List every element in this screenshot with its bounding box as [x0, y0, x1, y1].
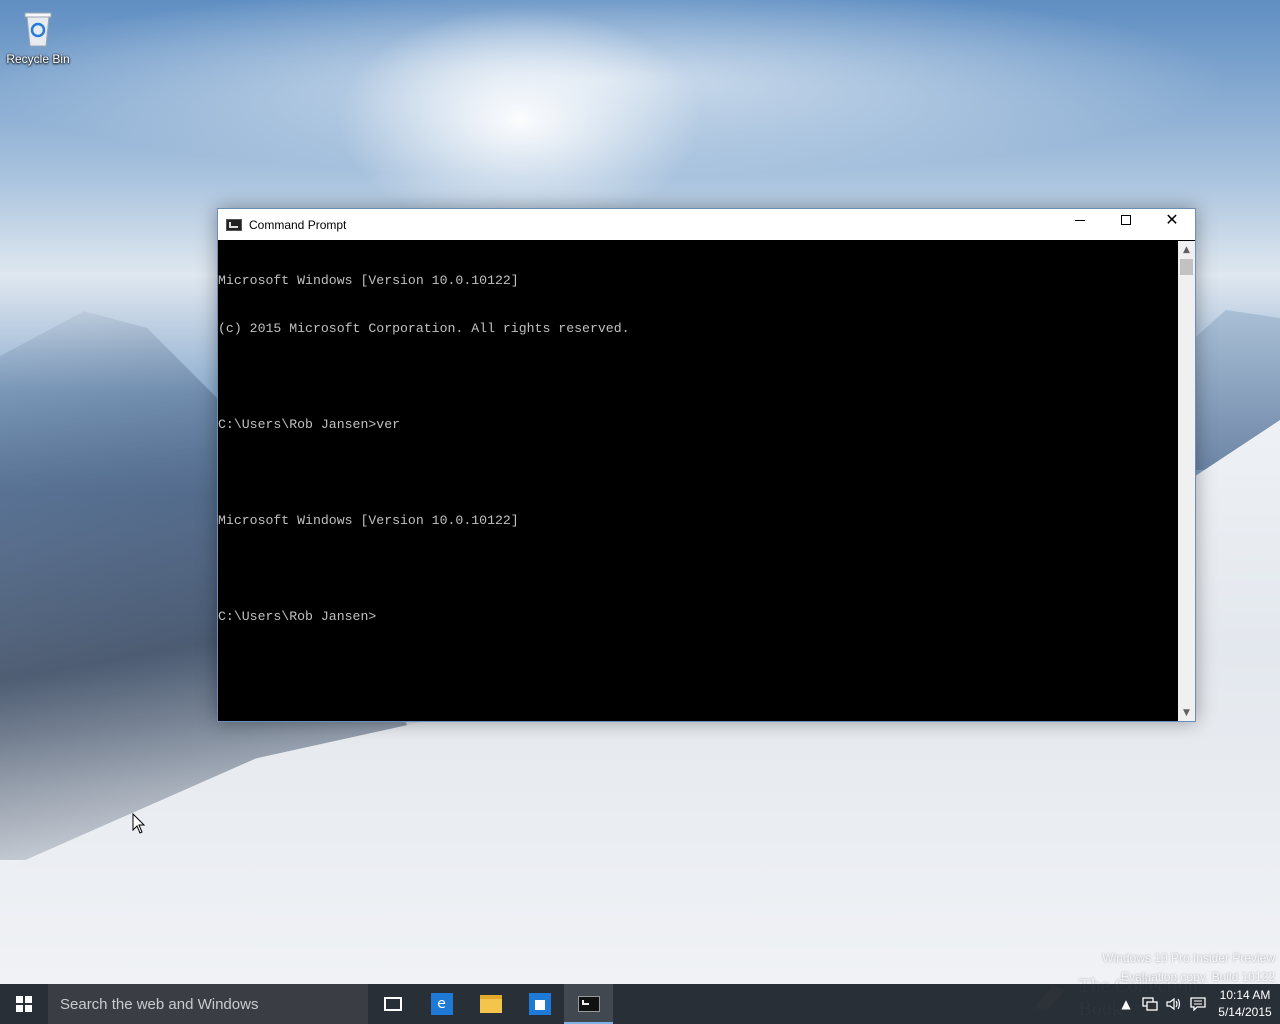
taskbar-task-view-button[interactable] — [368, 984, 417, 1024]
chevron-up-icon: ▲ — [1121, 997, 1131, 1011]
taskbar-internet-explorer-button[interactable]: e — [417, 984, 466, 1024]
vertical-scrollbar[interactable]: ▲ ▼ — [1178, 241, 1195, 721]
search-box[interactable]: Search the web and Windows — [48, 984, 368, 1024]
taskbar-command-prompt-button[interactable] — [564, 984, 613, 1024]
minimize-button[interactable] — [1057, 209, 1103, 231]
recycle-bin-icon — [24, 12, 52, 47]
command-prompt-icon — [577, 996, 600, 1012]
network-icon — [1142, 997, 1158, 1011]
window-title: Command Prompt — [249, 217, 347, 232]
task-view-icon — [383, 997, 402, 1011]
close-icon: ✕ — [1165, 210, 1179, 229]
taskbar-store-button[interactable] — [515, 984, 564, 1024]
console-line: Microsoft Windows [Version 10.0.10122] — [218, 513, 519, 528]
notification-icon — [1190, 997, 1206, 1011]
desktop-icon-recycle-bin[interactable]: Recycle Bin — [4, 8, 72, 74]
console-prompt-line: C:\Users\Rob Jansen> — [218, 609, 377, 624]
scroll-up-button[interactable]: ▲ — [1178, 241, 1195, 258]
window-titlebar[interactable]: Command Prompt ✕ — [218, 209, 1195, 240]
window-controls: ✕ — [1057, 209, 1195, 231]
network-button[interactable] — [1138, 984, 1162, 1024]
console-line: C:\Users\Rob Jansen>ver — [218, 417, 401, 432]
console-output[interactable]: Microsoft Windows [Version 10.0.10122] (… — [218, 241, 1178, 721]
desktop-icon-label: Recycle Bin — [6, 52, 70, 66]
show-hidden-icons-button[interactable]: ▲ — [1114, 984, 1138, 1024]
start-button[interactable] — [0, 984, 48, 1024]
maximize-icon — [1121, 215, 1131, 225]
file-explorer-icon — [479, 995, 502, 1013]
maximize-button[interactable] — [1103, 209, 1149, 231]
internet-explorer-icon: e — [430, 993, 453, 1015]
taskbar: Search the web and Windows e ▲ 10:14 AM … — [0, 984, 1280, 1024]
action-center-button[interactable] — [1186, 984, 1210, 1024]
scrollbar-thumb[interactable] — [1180, 259, 1193, 275]
console-line: (c) 2015 Microsoft Corporation. All righ… — [218, 321, 630, 336]
volume-button[interactable] — [1162, 984, 1186, 1024]
system-tray: ▲ 10:14 AM 5/14/2015 — [1114, 984, 1280, 1024]
close-button[interactable]: ✕ — [1149, 209, 1195, 231]
clock-date: 5/14/2015 — [1218, 1005, 1272, 1019]
windows-logo-icon — [16, 996, 32, 1012]
mouse-cursor-icon — [132, 813, 146, 834]
clock-time: 10:14 AM — [1219, 988, 1271, 1002]
console-line: Microsoft Windows [Version 10.0.10122] — [218, 273, 519, 288]
taskbar-file-explorer-button[interactable] — [466, 984, 515, 1024]
command-prompt-icon — [226, 218, 242, 231]
watermark-line-edition: Windows 10 Pro Insider Preview — [1102, 951, 1275, 965]
speaker-icon — [1166, 997, 1181, 1011]
taskbar-clock[interactable]: 10:14 AM 5/14/2015 — [1210, 987, 1280, 1021]
scroll-down-button[interactable]: ▼ — [1178, 704, 1195, 721]
search-placeholder: Search the web and Windows — [60, 995, 259, 1013]
minimize-icon — [1075, 219, 1085, 221]
store-icon — [528, 993, 551, 1015]
command-prompt-window[interactable]: Command Prompt ✕ Microsoft Windows [Vers… — [217, 208, 1196, 722]
